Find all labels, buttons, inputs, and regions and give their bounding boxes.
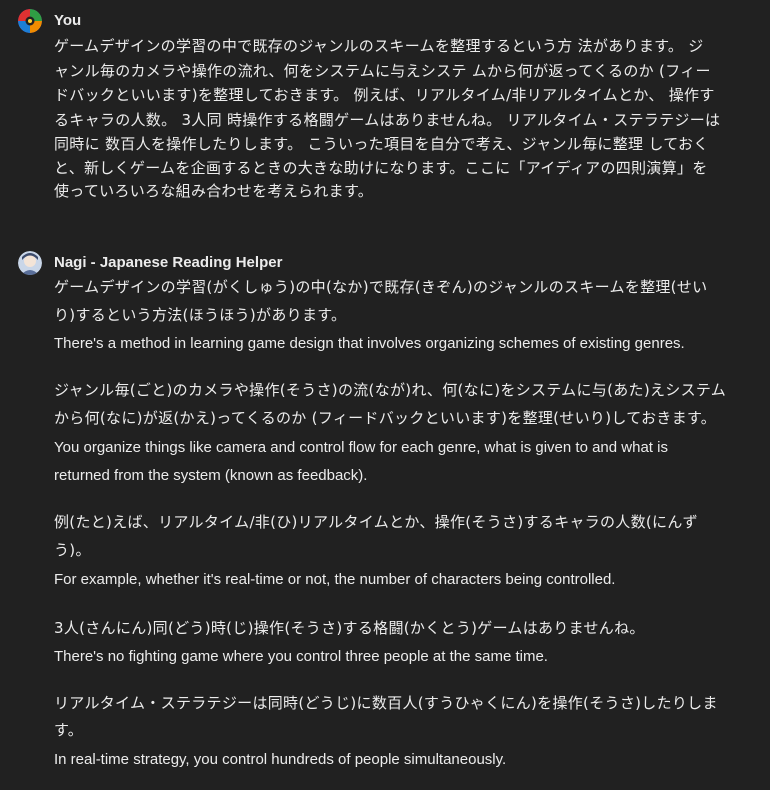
assistant-author-name: Nagi - Japanese Reading Helper [54,254,283,271]
user-author-name: You [54,12,82,29]
assistant-en-line: returned from the system (known as feedb… [54,467,368,484]
assistant-jp-line: ジャンル毎(ごと)のカメラや操作(そうさ)の流(なが)れ、何(なに)をシステムに… [54,381,727,399]
assistant-jp-line: ゲームデザインの学習(がくしゅう)の中(なか)で既存(きぞん)のジャンルのスキー… [54,278,708,296]
user-message-line: るキャラの人数。 3人同 時操作する格闘ゲームはありませんね。 リアルタイム・ス… [54,111,721,129]
assistant-en-line: You organize things like camera and cont… [54,439,668,456]
user-message-line: と、新しくゲームを企画するときの大きな助けになります。ここに「アイディアの四則演… [54,159,708,177]
assistant-jp-line: う)。 [54,541,91,559]
user-message-line: ドバックといいます)を整理しておきます。 例えば、リアルタイム/非リアルタイムと… [54,86,715,104]
user-message-line: ゲームデザインの学習の中で既存のジャンルのスキームを整理するという方 法がありま… [54,37,704,55]
user-message-line: 使っていろいろな組み合わせを考えられます。 [54,182,374,200]
user-message-line: ャンル毎のカメラや操作の流れ、何をシステムに与えシステ ムから何が返ってくるのか… [54,62,711,80]
assistant-jp-line: 例(たと)えば、リアルタイム/非(ひ)リアルタイムとか、操作(そうさ)するキャラ… [54,513,698,531]
assistant-en-line: There's a method in learning game design… [54,335,685,352]
assistant-avatar[interactable] [18,251,42,275]
assistant-jp-line: り)するという方法(ほうほう)があります。 [54,306,347,324]
assistant-en-line: There's no fighting game where you contr… [54,648,548,665]
assistant-jp-line: リアルタイム・ステラテジーは同時(どうじ)に数百人(すうひゃくにん)を操作(そう… [54,694,718,712]
assistant-avatar-icon [18,251,42,275]
user-message-line: 同時に 数百人を操作したりします。 こういった項目を自分で考え、ジャンル毎に整理… [54,135,709,153]
assistant-jp-line: す。 [54,721,84,739]
user-avatar[interactable] [18,9,42,33]
user-avatar-icon [18,9,42,33]
assistant-jp-line: から何(なに)が返(かえ)ってくるのか (フィードバックといいます)を整理(せい… [54,409,717,427]
assistant-en-line: For example, whether it's real-time or n… [54,571,616,588]
assistant-en-line: In real-time strategy, you control hundr… [54,751,507,768]
assistant-jp-line: 3人(さんにん)同(どう)時(じ)操作(そうさ)する格闘(かくとう)ゲームはあり… [54,619,645,637]
